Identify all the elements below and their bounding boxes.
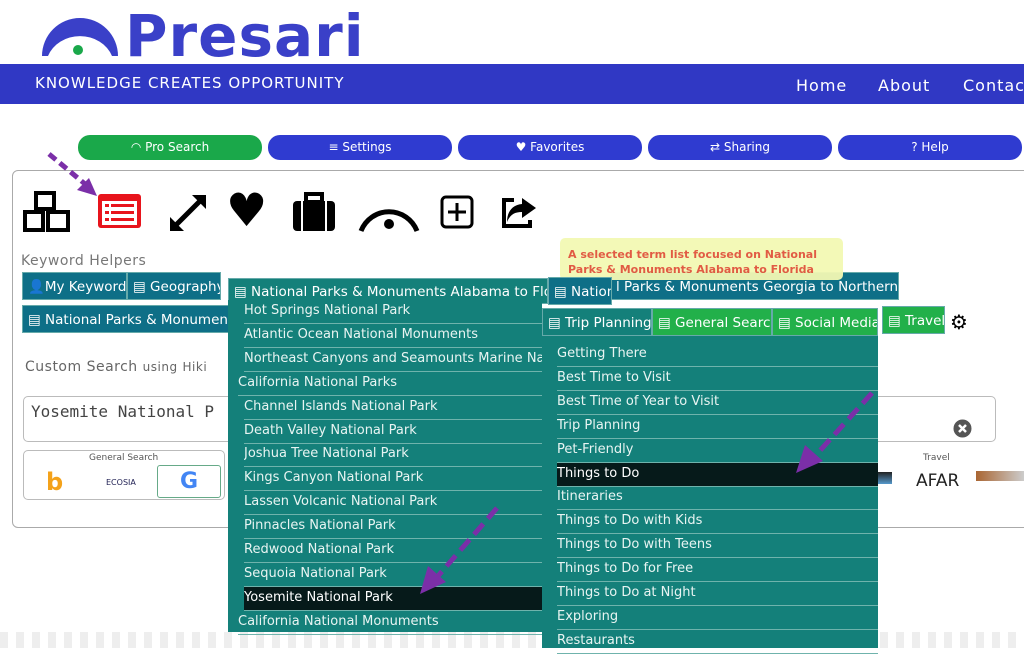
user-icon: 👤 — [28, 279, 45, 295]
plus-square-icon[interactable] — [440, 195, 474, 240]
tab-parks-more[interactable]: ▤ National Parks & Monuments ( — [22, 305, 230, 333]
gear-icon[interactable]: ⚙ — [950, 310, 968, 334]
list-item[interactable]: Things to Do with Teens — [557, 534, 878, 559]
list-item[interactable]: Exploring — [557, 606, 878, 630]
list-icon: ▤ — [133, 279, 151, 295]
list-item[interactable]: Things to Do for Free — [557, 558, 878, 583]
heart-icon[interactable]: ♥ — [226, 183, 267, 237]
expand-icon[interactable] — [168, 193, 208, 238]
list-item[interactable]: Getting There — [557, 343, 878, 367]
tab-geography[interactable]: ▤ Geography — [127, 272, 221, 300]
tooltip: A selected term list focused on National… — [560, 238, 843, 280]
arrow-annotation — [796, 391, 874, 473]
nav-contact[interactable]: Contac — [963, 76, 1024, 95]
briefcase-icon[interactable] — [292, 192, 336, 237]
hiki-link[interactable]: Hiki — [183, 360, 208, 374]
adventure-logo[interactable] — [976, 471, 1024, 481]
list-icon: ▤ — [888, 313, 906, 329]
list-icon: ▤ — [658, 315, 676, 331]
list-item[interactable]: Things to Do at Night — [557, 582, 878, 606]
list-item[interactable]: Restaurants — [557, 630, 878, 654]
arc-icon: ◠ — [130, 140, 146, 154]
list-item[interactable]: Joshua Tree National Park — [244, 443, 542, 468]
list-item[interactable]: Channel Islands National Park — [244, 396, 542, 420]
list-item[interactable]: Hot Springs National Park — [244, 300, 542, 324]
favorites-button[interactable]: ♥ Favorites — [458, 135, 642, 160]
tab-trip-planning[interactable]: ▤ Trip Planning — [542, 308, 652, 336]
list-icon: ▤ — [548, 315, 566, 331]
list-item[interactable]: Things to Do with Kids — [557, 510, 878, 535]
sliders-icon: ≡ — [328, 140, 343, 154]
list-item[interactable]: California National Monuments — [238, 611, 542, 635]
brand-logo: Presari — [125, 2, 365, 70]
list-item[interactable]: Kings Canyon National Park — [244, 467, 542, 492]
sharing-button[interactable]: ⇄ Sharing — [648, 135, 832, 160]
topics-dropdown: Getting There Best Time to Visit Best Time… — [542, 336, 878, 654]
heart-icon: ♥ — [515, 140, 531, 154]
tab-social-media[interactable]: ▤ Social Media — [772, 308, 878, 336]
pro-search-button[interactable]: ◠ Pro Search — [78, 135, 262, 160]
travel-label: Travel — [923, 453, 950, 463]
list-item[interactable]: Northeast Canyons and Seamounts Marine N… — [244, 348, 542, 372]
nav-home[interactable]: Home — [796, 76, 847, 95]
custom-search-title: Custom Search using Hiki — [25, 359, 208, 375]
ecosia-icon[interactable]: ECOSIA — [106, 478, 136, 487]
settings-button[interactable]: ≡ Settings — [268, 135, 452, 160]
help-button[interactable]: ? Help — [838, 135, 1022, 160]
arc-icon[interactable] — [358, 196, 420, 241]
general-search-label: General Search — [89, 453, 159, 463]
google-icon[interactable]: G — [157, 465, 221, 498]
list-icon: ▤ — [234, 284, 252, 300]
bing-icon[interactable]: b — [46, 468, 63, 496]
nav-about[interactable]: About — [878, 76, 930, 95]
logo-arc-icon — [42, 18, 118, 56]
question-icon: ? — [911, 140, 922, 154]
list-item[interactable]: Atlantic Ocean National Monuments — [244, 324, 542, 348]
list-icon: ▤ — [778, 315, 796, 331]
tab-travel[interactable]: ▤ Travel — [882, 306, 945, 334]
list-item[interactable]: Itineraries — [557, 486, 878, 511]
afar-logo[interactable]: AFAR — [916, 471, 959, 491]
tagline: KNOWLEDGE CREATES OPPORTUNITY — [35, 74, 345, 92]
tab-my-keywords[interactable]: 👤My Keywords — [22, 272, 127, 300]
arrow-annotation — [420, 506, 499, 594]
keyword-helpers-title: Keyword Helpers — [21, 253, 147, 269]
list-item[interactable]: Death Valley National Park — [244, 420, 542, 444]
list-icon: ▤ — [28, 312, 46, 328]
list-icon: ▤ — [554, 284, 572, 300]
tab-nation[interactable]: ▤ Nation — [548, 277, 612, 305]
arrow-annotation — [47, 152, 97, 196]
exchange-icon: ⇄ — [710, 140, 724, 154]
share-icon[interactable] — [498, 192, 538, 237]
tab-general-search[interactable]: ▤ General Search — [652, 308, 772, 336]
clear-icon[interactable] — [953, 419, 972, 438]
list-item[interactable]: California National Parks — [238, 372, 542, 396]
